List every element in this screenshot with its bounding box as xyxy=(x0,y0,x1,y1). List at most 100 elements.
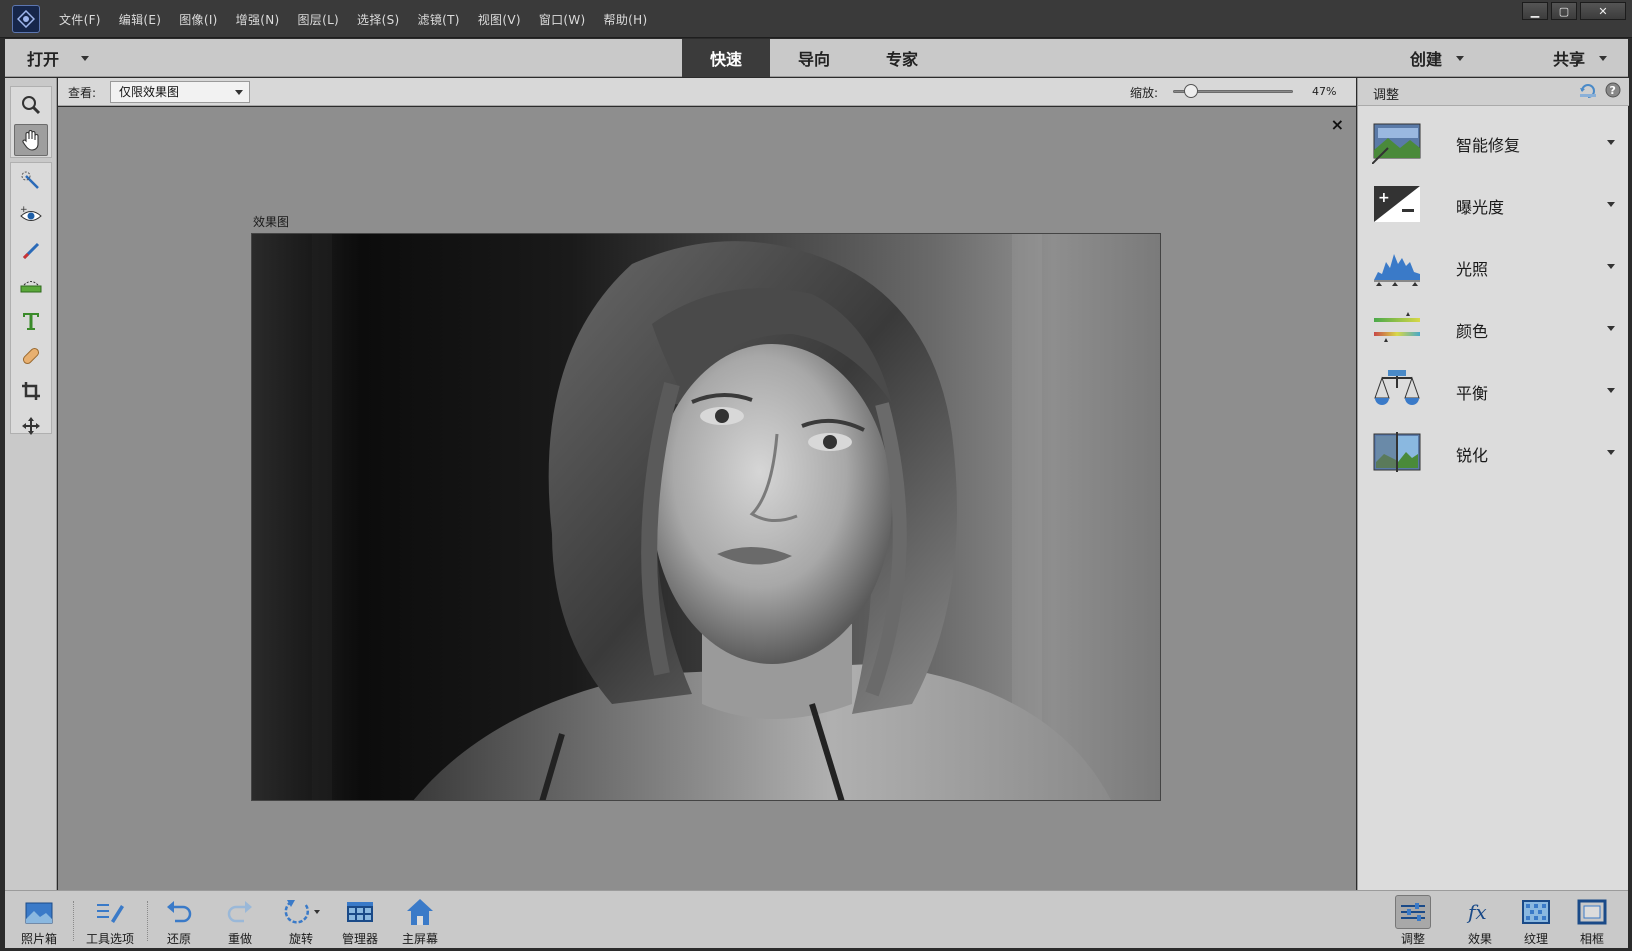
view-select[interactable]: 仅限效果图 xyxy=(110,81,250,103)
spot-healing-tool[interactable] xyxy=(11,338,51,373)
straighten-tool[interactable] xyxy=(11,268,51,303)
chevron-down-icon xyxy=(1607,326,1615,331)
textures-label: 纹理 xyxy=(1523,932,1548,946)
effects-button[interactable]: fx 效果 xyxy=(1448,895,1512,947)
crop-icon xyxy=(22,381,40,400)
home-screen-button[interactable]: 主屏幕 xyxy=(388,895,452,947)
view-select-value: 仅限效果图 xyxy=(119,85,180,99)
fx-icon: fx xyxy=(1466,900,1487,924)
window-controls: ▁ ▢ ✕ xyxy=(1522,2,1626,20)
svg-text:+: + xyxy=(1378,190,1390,206)
undo-icon xyxy=(167,901,192,923)
text-tool[interactable] xyxy=(11,303,51,338)
quick-selection-tool[interactable] xyxy=(11,163,51,198)
adjust-label: 智能修复 xyxy=(1456,136,1521,155)
reset-icon[interactable] xyxy=(1579,82,1597,98)
adjust-label: 锐化 xyxy=(1456,446,1489,465)
share-label: 共享 xyxy=(1553,50,1586,69)
adjust-lighting[interactable]: 光照 xyxy=(1358,236,1629,298)
tab-expert[interactable]: 专家 xyxy=(858,39,946,77)
menu-select[interactable]: 选择(S) xyxy=(348,11,408,28)
adjust-smart-fix[interactable]: 智能修复 xyxy=(1358,112,1629,174)
photo-bin-icon xyxy=(25,902,53,924)
rotate-button[interactable]: 旋转 xyxy=(269,895,333,947)
adjust-balance[interactable]: 平衡 xyxy=(1358,360,1629,422)
photo-bin-label: 照片箱 xyxy=(20,932,57,946)
options-bar: 查看: 仅限效果图 缩放: 47% xyxy=(58,78,1356,106)
adjustments-label: 调整 xyxy=(1400,932,1425,946)
tool-options-button[interactable]: 工具选项 xyxy=(78,895,142,947)
rotate-icon xyxy=(284,900,320,924)
svg-text:?: ? xyxy=(1610,84,1616,97)
tab-guided[interactable]: 导向 xyxy=(770,39,858,77)
smart-fix-icon xyxy=(1372,123,1421,164)
zoom-tool[interactable] xyxy=(11,87,51,122)
chevron-down-icon[interactable] xyxy=(81,55,90,61)
redo-button[interactable]: 重做 xyxy=(208,895,272,947)
organizer-label: 管理器 xyxy=(341,932,378,946)
close-icon[interactable]: × xyxy=(1331,115,1344,134)
whiten-teeth-tool[interactable] xyxy=(11,233,51,268)
frames-label: 相框 xyxy=(1579,932,1604,946)
panel-header: 调整 ? xyxy=(1358,78,1629,106)
adjustments-panel-button[interactable]: 调整 xyxy=(1381,895,1445,947)
frames-button[interactable]: 相框 xyxy=(1560,895,1624,947)
open-button[interactable]: 打开 xyxy=(27,39,90,77)
straighten-icon xyxy=(20,280,42,292)
close-window-button[interactable]: ✕ xyxy=(1580,2,1626,20)
menu-edit[interactable]: 编辑(E) xyxy=(110,11,170,28)
svg-text:fx: fx xyxy=(1466,900,1487,924)
menu-layer[interactable]: 图层(L) xyxy=(288,11,348,28)
menu-image[interactable]: 图像(I) xyxy=(170,11,226,28)
menu-help[interactable]: 帮助(H) xyxy=(595,11,657,28)
undo-label: 还原 xyxy=(166,932,191,946)
menu-view[interactable]: 视图(V) xyxy=(469,11,530,28)
menu-window[interactable]: 窗口(W) xyxy=(530,11,595,28)
share-button[interactable]: 共享 xyxy=(1553,39,1608,77)
sliders-icon xyxy=(1401,903,1425,921)
maximize-button[interactable]: ▢ xyxy=(1551,2,1577,20)
tool-options-label: 工具选项 xyxy=(85,932,134,946)
photo-canvas[interactable] xyxy=(251,233,1161,801)
undo-button[interactable]: 还原 xyxy=(147,895,211,947)
separator xyxy=(73,901,74,941)
adjust-exposure[interactable]: + 曝光度 xyxy=(1358,174,1629,236)
lighting-icon xyxy=(1374,254,1420,286)
photo-bin-button[interactable]: 照片箱 xyxy=(7,895,71,947)
title-bar: 文件(F) 编辑(E) 图像(I) 增强(N) 图层(L) 选择(S) 滤镜(T… xyxy=(0,0,1632,38)
zoom-label: 缩放: xyxy=(1130,86,1159,100)
menu-file[interactable]: 文件(F) xyxy=(50,11,110,28)
tab-quick[interactable]: 快速 xyxy=(682,39,770,77)
bottom-bar: 照片箱 工具选项 还原 重做 旋转 管理器 主屏幕 调整 fx 效果 纹理 相框 xyxy=(5,890,1628,948)
crop-tool[interactable] xyxy=(11,373,51,408)
image-caption: 效果图 xyxy=(253,215,290,229)
exposure-icon: + xyxy=(1374,186,1420,222)
chevron-down-icon xyxy=(1607,388,1615,393)
chevron-down-icon xyxy=(1607,264,1615,269)
create-button[interactable]: 创建 xyxy=(1410,39,1465,77)
menu-enhance[interactable]: 增强(N) xyxy=(227,11,289,28)
menu-filter[interactable]: 滤镜(T) xyxy=(409,11,469,28)
mode-bar: 打开 快速 导向 专家 创建 共享 xyxy=(5,39,1628,77)
view-tools-group xyxy=(10,86,52,158)
toolbox: + xyxy=(5,78,57,890)
red-eye-tool[interactable]: + xyxy=(11,198,51,233)
redo-label: 重做 xyxy=(227,932,252,946)
adjust-sharpen[interactable]: 锐化 xyxy=(1358,422,1629,484)
create-label: 创建 xyxy=(1410,50,1443,69)
textures-button[interactable]: 纹理 xyxy=(1504,895,1568,947)
adjustments-panel: 调整 ? 智能修复 + 曝光度 光照 颜色 平衡 锐化 xyxy=(1357,78,1629,890)
zoom-slider-knob[interactable] xyxy=(1184,84,1198,98)
svg-text:+: + xyxy=(20,205,28,215)
help-icon[interactable]: ? xyxy=(1605,82,1621,98)
move-tool[interactable] xyxy=(11,408,51,443)
chevron-down-icon xyxy=(1607,140,1615,145)
minimize-button[interactable]: ▁ xyxy=(1522,2,1548,20)
organizer-icon xyxy=(347,902,373,922)
organizer-button[interactable]: 管理器 xyxy=(328,895,392,947)
adjust-color[interactable]: 颜色 xyxy=(1358,298,1629,360)
adjust-label: 曝光度 xyxy=(1456,198,1505,217)
tool-options-icon xyxy=(97,904,124,923)
hand-tool[interactable] xyxy=(14,124,48,156)
bandage-icon xyxy=(22,347,40,364)
